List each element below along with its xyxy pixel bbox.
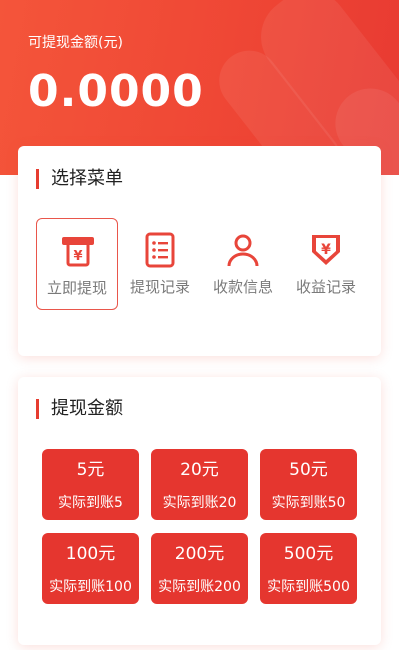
- amount-actual: 实际到账100: [49, 579, 132, 595]
- amount-value: 20元: [180, 460, 219, 480]
- amount-actual: 实际到账200: [158, 579, 241, 595]
- amount-grid: 5元 实际到账5 20元 实际到账20 50元 实际到账50 100元 实际到账…: [42, 449, 358, 605]
- amount-actual: 实际到账50: [271, 495, 346, 511]
- amount-value: 50元: [289, 460, 328, 480]
- amount-value: 100元: [65, 544, 116, 564]
- balance-label: 可提现金额(元): [28, 35, 123, 51]
- menu-card: 选择菜单 ¥ 立即提现 提现记录 收款信息 ¥ 收益记录: [18, 146, 381, 356]
- amount-card: 提现金额 5元 实际到账5 20元 实际到账20 50元 实际到账50 100元…: [18, 377, 381, 645]
- amount-option-500[interactable]: 500元 实际到账500: [260, 533, 357, 604]
- menu-item-label: 提现记录: [129, 278, 190, 296]
- menu-title: 选择菜单: [36, 169, 123, 189]
- amount-option-200[interactable]: 200元 实际到账200: [151, 533, 248, 604]
- amount-value: 200元: [174, 544, 225, 564]
- menu-item-withdraw-records[interactable]: 提现记录: [119, 218, 201, 310]
- amount-option-5[interactable]: 5元 实际到账5: [42, 449, 139, 520]
- menu-item-label: 收款信息: [212, 278, 273, 296]
- balance-amount: 0.0000: [28, 66, 204, 117]
- amount-value: 500元: [283, 544, 334, 564]
- amount-actual: 实际到账5: [58, 495, 123, 511]
- yen-shield-icon: ¥: [312, 235, 340, 265]
- svg-text:¥: ¥: [73, 249, 82, 264]
- amount-option-50[interactable]: 50元 实际到账50: [260, 449, 357, 520]
- menu-row: ¥ 立即提现 提现记录 收款信息 ¥ 收益记录: [36, 218, 366, 310]
- menu-item-label: 收益记录: [295, 278, 356, 296]
- amount-title: 提现金额: [36, 399, 123, 419]
- amount-actual: 实际到账20: [162, 495, 237, 511]
- atm-withdraw-icon: ¥: [62, 237, 94, 267]
- svg-text:¥: ¥: [321, 242, 331, 258]
- menu-item-payment-info[interactable]: 收款信息: [202, 218, 284, 310]
- menu-item-earnings-records[interactable]: ¥ 收益记录: [285, 218, 367, 310]
- list-record-icon: [145, 232, 175, 268]
- user-profile-icon: [227, 234, 259, 267]
- amount-option-100[interactable]: 100元 实际到账100: [42, 533, 139, 604]
- amount-option-20[interactable]: 20元 实际到账20: [151, 449, 248, 520]
- amount-actual: 实际到账500: [267, 579, 350, 595]
- menu-item-label: 立即提现: [46, 279, 107, 297]
- amount-value: 5元: [76, 460, 105, 480]
- menu-item-withdraw-now[interactable]: ¥ 立即提现: [36, 218, 118, 310]
